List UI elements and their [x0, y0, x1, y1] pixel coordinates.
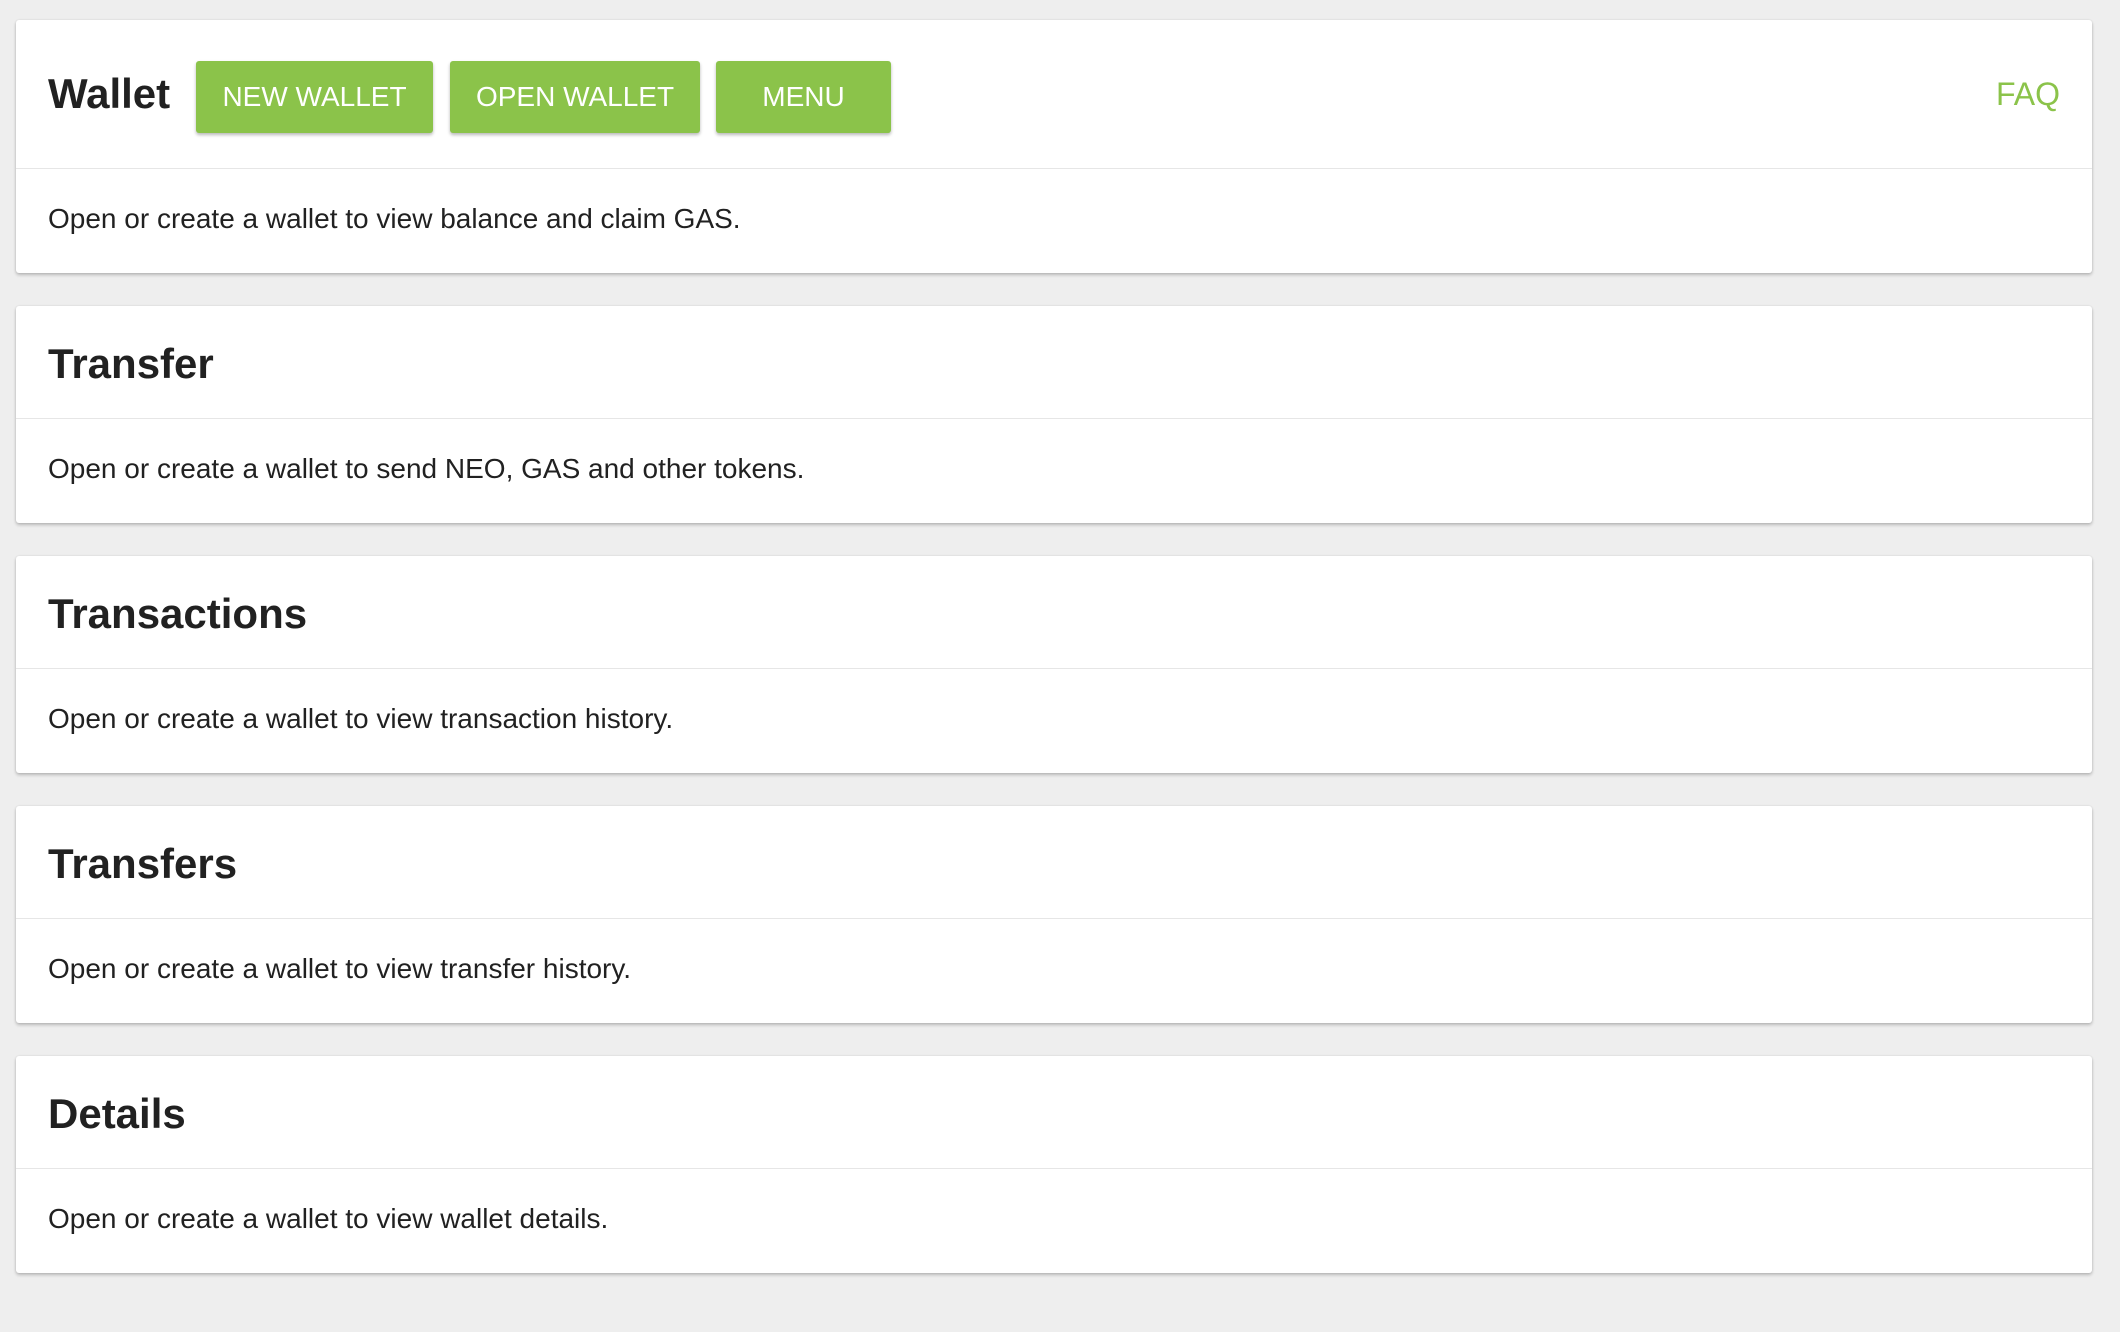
transactions-card: Transactions Open or create a wallet to … — [16, 556, 2092, 773]
transfers-card: Transfers Open or create a wallet to vie… — [16, 806, 2092, 1023]
wallet-card: Wallet NEW WALLET OPEN WALLET MENU FAQ O… — [16, 20, 2092, 273]
wallet-title: Wallet — [48, 70, 171, 117]
transfers-card-header: Transfers — [16, 806, 2092, 919]
transfer-card-header: Transfer — [16, 306, 2092, 419]
transactions-card-body: Open or create a wallet to view transact… — [16, 669, 2092, 773]
transfers-message: Open or create a wallet to view transfer… — [48, 953, 632, 984]
faq-link[interactable]: FAQ — [1996, 78, 2060, 110]
transactions-message: Open or create a wallet to view transact… — [48, 703, 674, 734]
transfers-title: Transfers — [48, 840, 238, 887]
transfer-message: Open or create a wallet to send NEO, GAS… — [48, 453, 805, 484]
menu-button[interactable]: MENU — [716, 61, 891, 133]
open-wallet-button[interactable]: OPEN WALLET — [450, 61, 700, 133]
transfer-card: Transfer Open or create a wallet to send… — [16, 306, 2092, 523]
details-card-header: Details — [16, 1056, 2092, 1169]
details-title: Details — [48, 1090, 186, 1137]
transactions-title: Transactions — [48, 590, 308, 637]
details-message: Open or create a wallet to view wallet d… — [48, 1203, 609, 1234]
new-wallet-button[interactable]: NEW WALLET — [196, 61, 433, 133]
transfers-card-body: Open or create a wallet to view transfer… — [16, 919, 2092, 1023]
transfer-title: Transfer — [48, 340, 214, 387]
transactions-card-header: Transactions — [16, 556, 2092, 669]
wallet-card-header: Wallet NEW WALLET OPEN WALLET MENU FAQ — [16, 20, 2092, 169]
details-card-body: Open or create a wallet to view wallet d… — [16, 1169, 2092, 1273]
wallet-card-body: Open or create a wallet to view balance … — [16, 169, 2092, 273]
transfer-card-body: Open or create a wallet to send NEO, GAS… — [16, 419, 2092, 523]
details-card: Details Open or create a wallet to view … — [16, 1056, 2092, 1273]
wallet-message: Open or create a wallet to view balance … — [48, 203, 741, 234]
